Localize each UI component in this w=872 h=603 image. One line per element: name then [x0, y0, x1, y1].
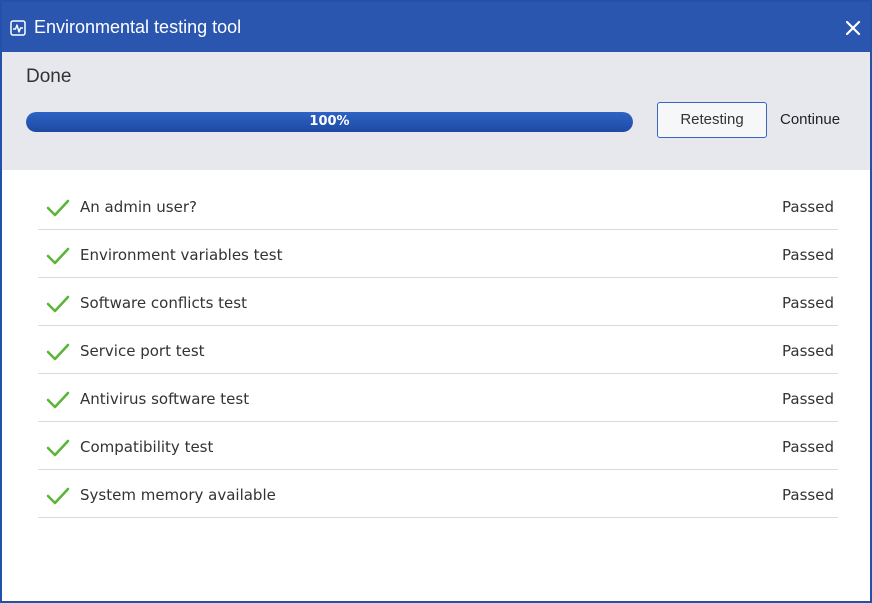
- test-name: Service port test: [80, 342, 205, 360]
- activity-monitor-icon: [10, 20, 26, 36]
- test-name: Compatibility test: [80, 438, 214, 456]
- test-row: Service port test Passed: [38, 326, 838, 374]
- test-row: An admin user? Passed: [38, 182, 838, 230]
- test-name: An admin user?: [80, 198, 197, 216]
- check-icon: [46, 295, 70, 313]
- test-row: Environment variables test Passed: [38, 230, 838, 278]
- check-icon: [46, 391, 70, 409]
- progress-panel: Done 100% Retesting Continue: [2, 52, 870, 170]
- test-status: Passed: [782, 486, 834, 504]
- progress-label: 100%: [309, 114, 350, 129]
- test-name: System memory available: [80, 486, 276, 504]
- test-name: Antivirus software test: [80, 390, 250, 408]
- check-icon: [46, 199, 70, 217]
- progress-bar: 100%: [26, 112, 633, 132]
- test-row: System memory available Passed: [38, 470, 838, 518]
- check-icon: [46, 487, 70, 505]
- test-status: Passed: [782, 246, 834, 264]
- test-row: Compatibility test Passed: [38, 422, 838, 470]
- test-tool-window: Environmental testing tool Done 100% Ret…: [0, 0, 872, 603]
- test-status: Passed: [782, 294, 834, 312]
- check-icon: [46, 343, 70, 361]
- test-status: Passed: [782, 438, 834, 456]
- test-list: An admin user? Passed Environment variab…: [38, 182, 838, 518]
- test-row: Antivirus software test Passed: [38, 374, 838, 422]
- test-status: Passed: [782, 390, 834, 408]
- close-icon[interactable]: [840, 15, 866, 41]
- check-icon: [46, 247, 70, 265]
- continue-button[interactable]: Continue: [780, 102, 840, 138]
- test-name: Software conflicts test: [80, 294, 247, 312]
- test-row: Software conflicts test Passed: [38, 278, 838, 326]
- check-icon: [46, 439, 70, 457]
- window-title: Environmental testing tool: [34, 17, 242, 37]
- status-text: Done: [26, 66, 72, 87]
- test-status: Passed: [782, 342, 834, 360]
- title-bar[interactable]: Environmental testing tool: [2, 2, 870, 52]
- test-status: Passed: [782, 198, 834, 216]
- test-name: Environment variables test: [80, 246, 283, 264]
- retest-button[interactable]: Retesting: [657, 102, 767, 138]
